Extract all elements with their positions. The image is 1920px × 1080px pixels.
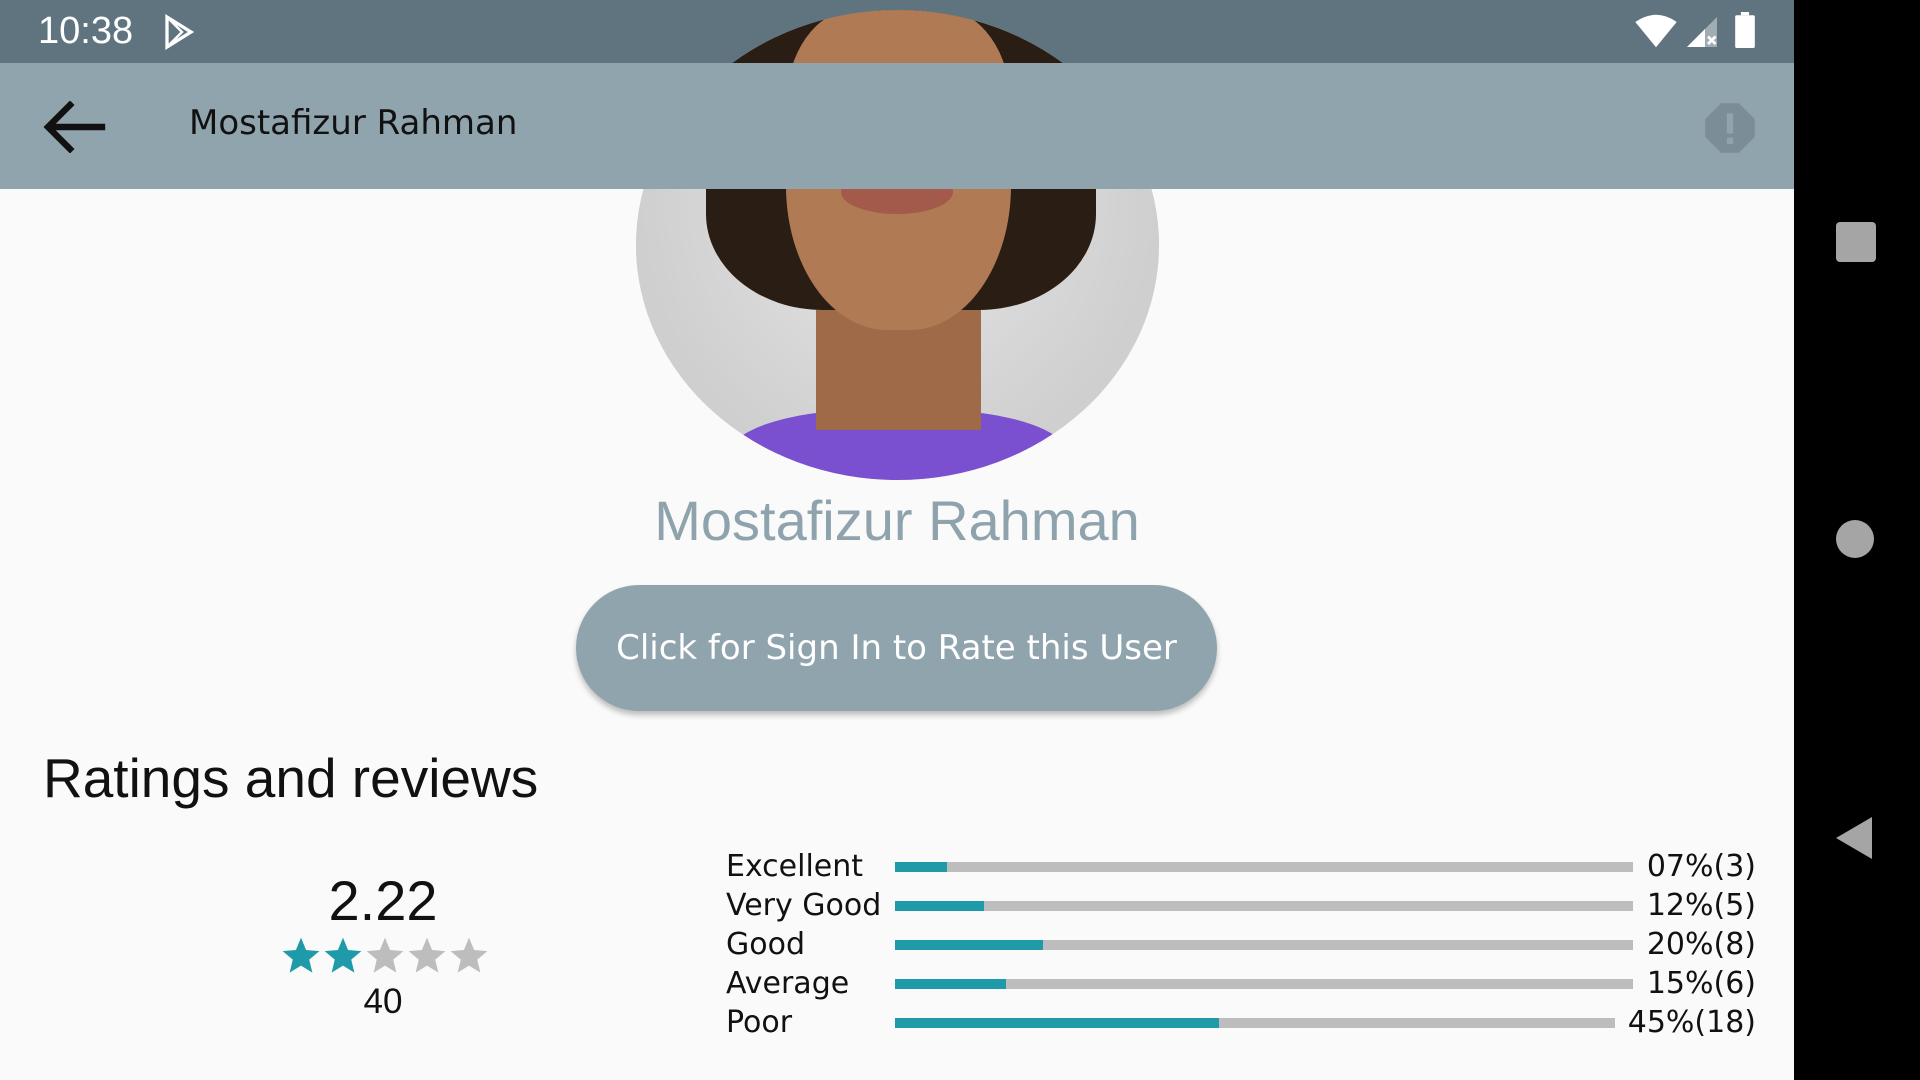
star-empty-icon xyxy=(408,937,446,973)
rating-bar-fill xyxy=(895,862,947,872)
signal-icon xyxy=(1687,17,1717,47)
report-icon[interactable] xyxy=(1703,101,1757,155)
rating-row: Average 15%(6) xyxy=(726,964,1756,1003)
rating-row-label: Average xyxy=(726,966,850,1001)
rating-row-label: Poor xyxy=(726,1005,793,1040)
play-store-icon xyxy=(165,14,195,50)
arrow-back-icon[interactable] xyxy=(42,101,106,153)
back-icon[interactable] xyxy=(1834,815,1874,861)
rating-bar-fill xyxy=(895,979,1006,989)
status-time: 10:38 xyxy=(38,10,134,52)
rating-row-value: 45%(18) xyxy=(1627,1005,1756,1040)
rating-bar-fill xyxy=(895,901,984,911)
rating-row-label: Very Good xyxy=(726,888,882,923)
rating-row-value: 15%(6) xyxy=(1646,966,1756,1001)
rating-row: Excellent 07%(3) xyxy=(726,847,1756,886)
rating-row-value: 07%(3) xyxy=(1646,849,1756,884)
rating-stars xyxy=(280,935,490,977)
star-filled-icon xyxy=(324,937,362,973)
star-filled-icon xyxy=(282,937,320,973)
rating-bar-track xyxy=(895,940,1633,950)
rating-bar-track xyxy=(895,901,1633,911)
rating-bar-track xyxy=(895,979,1633,989)
rating-row-label: Excellent xyxy=(726,849,864,884)
average-rating: 2.22 xyxy=(328,869,438,932)
rating-row-value: 12%(5) xyxy=(1646,888,1756,923)
wifi-icon xyxy=(1635,14,1677,48)
rating-row: Poor 45%(18) xyxy=(726,1003,1756,1042)
star-empty-icon xyxy=(450,937,488,973)
rating-bar-fill xyxy=(895,1018,1219,1028)
rating-row-label: Good xyxy=(726,927,805,962)
app-screen: 10:38 Mostafizur Rahman Mostafizur Rahma… xyxy=(0,0,1794,1080)
rating-bar-fill xyxy=(895,940,1043,950)
ratings-section-title: Ratings and reviews xyxy=(43,747,539,809)
system-nav-bar xyxy=(1794,0,1920,1080)
recents-icon[interactable] xyxy=(1836,222,1876,262)
profile-name: Mostafizur Rahman xyxy=(654,489,1140,552)
rating-row: Good 20%(8) xyxy=(726,925,1756,964)
rating-bar-track xyxy=(895,1018,1615,1028)
rating-bar-track xyxy=(895,862,1633,872)
app-bar: Mostafizur Rahman xyxy=(0,63,1794,189)
star-empty-icon xyxy=(366,937,404,973)
app-bar-title: Mostafizur Rahman xyxy=(189,103,518,143)
sign-in-to-rate-button[interactable]: Click for Sign In to Rate this User xyxy=(576,585,1217,711)
review-count: 40 xyxy=(363,982,403,1021)
home-icon[interactable] xyxy=(1836,520,1874,558)
rating-row-value: 20%(8) xyxy=(1646,927,1756,962)
battery-icon xyxy=(1735,12,1755,48)
rating-row: Very Good 12%(5) xyxy=(726,886,1756,925)
